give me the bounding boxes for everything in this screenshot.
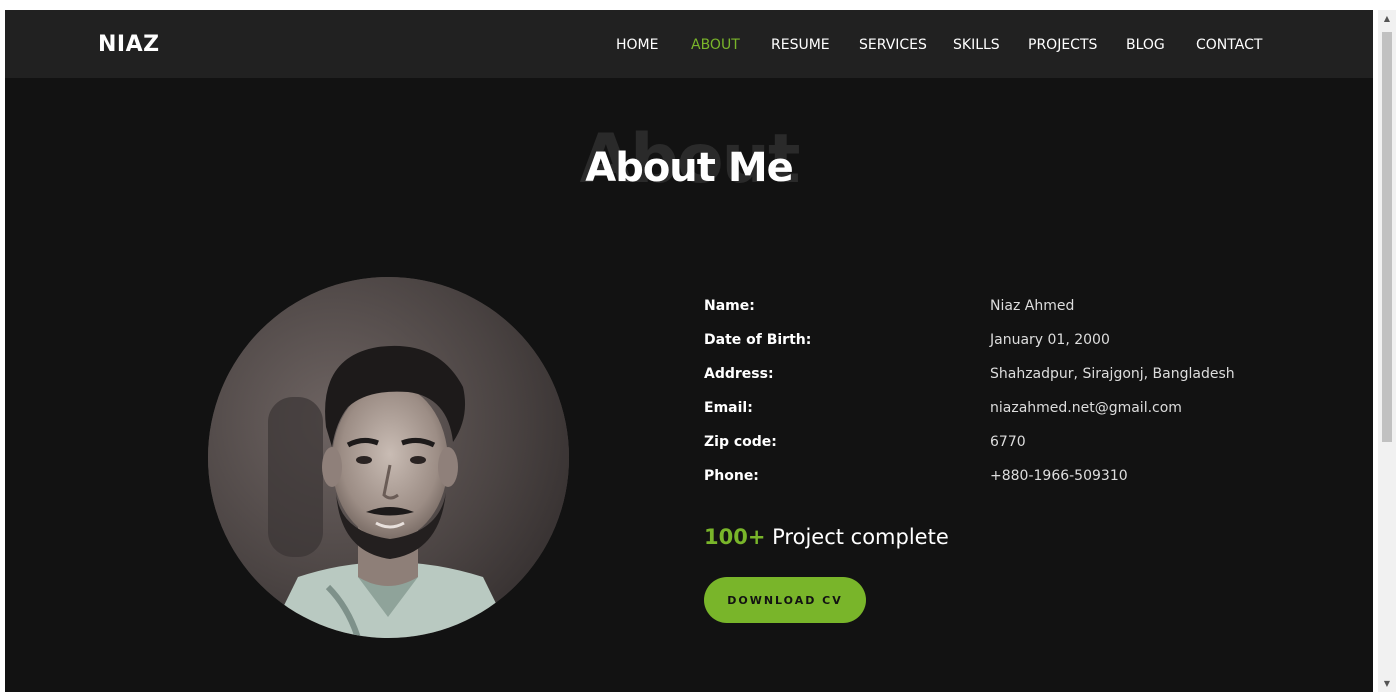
info-label: Zip code: — [704, 434, 777, 450]
projects-complete: 100+ Project complete — [704, 525, 949, 549]
main-nav: HOME ABOUT RESUME SERVICES SKILLS PROJEC… — [5, 37, 1373, 57]
projects-text: Project complete — [772, 525, 949, 549]
info-value: +880-1966-509310 — [990, 468, 1128, 484]
scroll-down-arrow-icon[interactable]: ▼ — [1378, 675, 1396, 692]
scroll-up-arrow-icon[interactable]: ▲ — [1378, 10, 1396, 27]
info-label: Address: — [704, 366, 774, 382]
info-value: 6770 — [990, 434, 1026, 450]
nav-resume[interactable]: RESUME — [771, 37, 830, 53]
nav-contact[interactable]: CONTACT — [1196, 37, 1262, 53]
nav-services[interactable]: SERVICES — [859, 37, 927, 53]
info-value: Niaz Ahmed — [990, 298, 1075, 314]
profile-info: Name: Niaz Ahmed Date of Birth: January … — [704, 298, 1304, 502]
info-row-address: Address: Shahzadpur, Sirajgonj, Banglade… — [704, 366, 1304, 400]
section-heading: About About Me — [5, 120, 1373, 210]
page-title: About Me — [585, 145, 794, 191]
navbar: NIAZ HOME ABOUT RESUME SERVICES SKILLS P… — [5, 10, 1373, 78]
portrait-image — [208, 277, 569, 638]
info-row-phone: Phone: +880-1966-509310 — [704, 468, 1304, 502]
projects-count: 100+ — [704, 525, 766, 549]
nav-about[interactable]: ABOUT — [691, 37, 740, 53]
scrollbar-thumb[interactable] — [1382, 32, 1392, 442]
page-scrollbar[interactable]: ▲ ▼ — [1378, 10, 1396, 692]
info-value: niazahmed.net@gmail.com — [990, 400, 1182, 416]
info-row-email: Email: niazahmed.net@gmail.com — [704, 400, 1304, 434]
nav-skills[interactable]: SKILLS — [953, 37, 1000, 53]
page: NIAZ HOME ABOUT RESUME SERVICES SKILLS P… — [5, 10, 1373, 692]
nav-projects[interactable]: PROJECTS — [1028, 37, 1097, 53]
download-cv-button[interactable]: DOWNLOAD CV — [704, 577, 866, 623]
info-label: Name: — [704, 298, 755, 314]
info-row-dob: Date of Birth: January 01, 2000 — [704, 332, 1304, 366]
info-label: Phone: — [704, 468, 759, 484]
info-label: Email: — [704, 400, 753, 416]
profile-photo — [208, 277, 569, 638]
nav-blog[interactable]: BLOG — [1126, 37, 1165, 53]
nav-home[interactable]: HOME — [616, 37, 658, 53]
info-row-zip: Zip code: 6770 — [704, 434, 1304, 468]
info-value: January 01, 2000 — [990, 332, 1110, 348]
info-row-name: Name: Niaz Ahmed — [704, 298, 1304, 332]
info-label: Date of Birth: — [704, 332, 812, 348]
info-value: Shahzadpur, Sirajgonj, Bangladesh — [990, 366, 1235, 382]
